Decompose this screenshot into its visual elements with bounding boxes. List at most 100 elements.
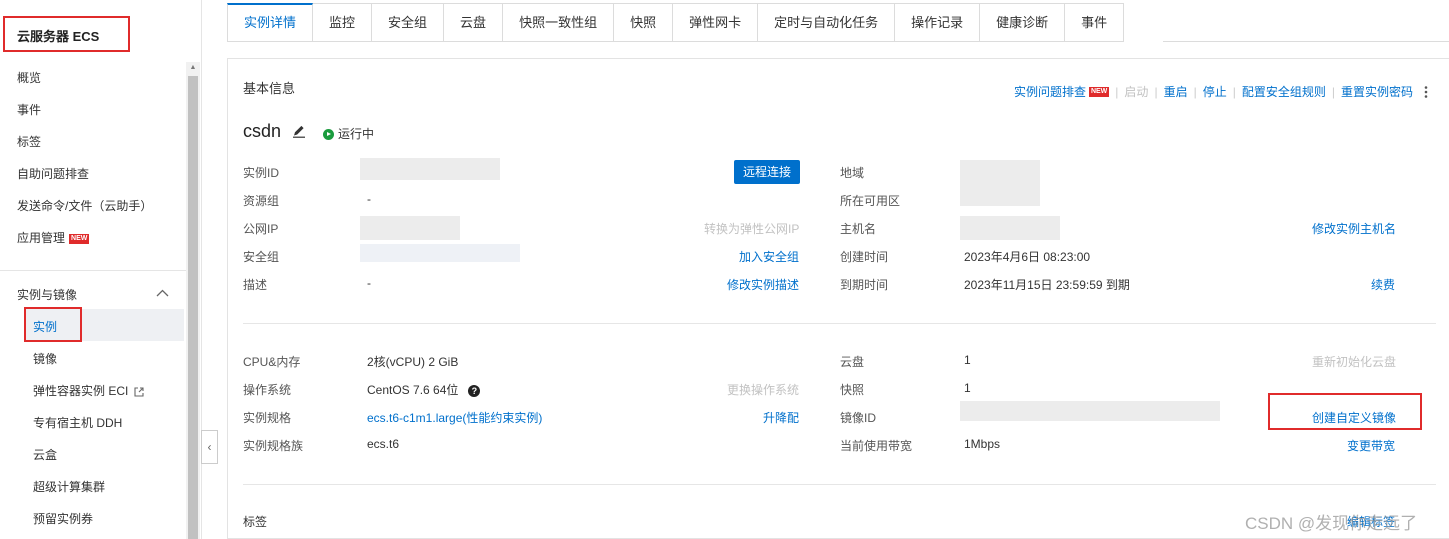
instance-id-value-redacted xyxy=(360,158,500,180)
public-ip-value-redacted xyxy=(360,216,460,240)
upgrade-downgrade-link[interactable]: 升降配 xyxy=(763,409,799,426)
section-divider xyxy=(243,484,1436,485)
sidebar-item-overview[interactable]: 概览 xyxy=(17,69,41,86)
tab-scheduled-tasks[interactable]: 定时与自动化任务 xyxy=(758,3,896,42)
tab-snapshots[interactable]: 快照 xyxy=(614,3,674,42)
detail-tabs: 实例详情 监控 安全组 云盘 快照一致性组 快照 弹性网卡 定时与自动化任务 操… xyxy=(227,3,1125,42)
stop-button[interactable]: 停止 xyxy=(1203,83,1227,100)
tab-health-diagnosis[interactable]: 健康诊断 xyxy=(980,3,1066,42)
image-id-label: 镜像ID xyxy=(840,411,877,425)
sidebar-item-eci[interactable]: 弹性容器实例 ECI xyxy=(33,382,144,399)
cpu-memory-value: 2核(vCPU) 2 GiB xyxy=(367,355,459,369)
sidebar-item-ddh[interactable]: 专有宿主机 DDH xyxy=(33,414,122,431)
sidebar-item-reserved-instances[interactable]: 预留实例券 xyxy=(33,510,93,527)
created-time-label: 创建时间 xyxy=(840,250,889,264)
description-value: - xyxy=(367,276,371,290)
hostname-value-redacted xyxy=(960,216,1060,240)
sidebar-divider xyxy=(0,270,186,271)
bandwidth-value: 1Mbps xyxy=(964,437,1001,451)
reinit-disk-link[interactable]: 重新初始化云盘 xyxy=(1312,353,1396,370)
instance-name: csdn xyxy=(243,121,282,141)
basic-info-title: 基本信息 xyxy=(243,81,296,96)
sidebar-group-instances-images[interactable]: 实例与镜像 xyxy=(17,286,77,303)
tabs-underline xyxy=(1163,41,1449,42)
sidebar-item-label: 应用管理 xyxy=(17,231,66,245)
edit-pencil-icon[interactable] xyxy=(291,123,307,139)
resource-group-value: - xyxy=(367,192,371,206)
highlight-box-create-image xyxy=(1268,393,1422,430)
toolbar-separator: | xyxy=(1232,84,1236,99)
zone-value-redacted xyxy=(960,180,1040,206)
sidebar: 云服务器 ECS 概览 事件 标签 自助问题排查 发送命令/文件（云助手） 应用… xyxy=(0,0,202,539)
disk-label: 云盘 xyxy=(840,355,865,369)
bandwidth-label: 当前使用带宽 xyxy=(840,439,913,453)
sidebar-item-label: 弹性容器实例 ECI xyxy=(33,384,129,398)
region-label: 地域 xyxy=(840,166,865,180)
toolbar-separator: | xyxy=(1154,84,1158,99)
change-bandwidth-link[interactable]: 变更带宽 xyxy=(1347,437,1395,454)
collapse-sidebar-button[interactable]: ‹ xyxy=(201,430,218,464)
sidebar-item-cloud-box[interactable]: 云盒 xyxy=(33,446,57,463)
sidebar-scroll-thumb[interactable] xyxy=(188,76,198,539)
renew-link[interactable]: 续费 xyxy=(1371,276,1395,293)
running-status-icon xyxy=(323,129,334,141)
zone-label: 所在可用区 xyxy=(840,194,901,208)
sidebar-item-images[interactable]: 镜像 xyxy=(33,350,57,367)
scroll-up-arrow-icon[interactable]: ▲ xyxy=(188,64,198,74)
instance-toolbar: 实例问题排查 NEW | 启动 | 重启 | 停止 | 配置安全组规则 | 重置… xyxy=(1014,83,1431,100)
sidebar-item-tags[interactable]: 标签 xyxy=(17,133,41,150)
convert-eip-link[interactable]: 转换为弹性公网IP xyxy=(704,220,799,237)
tab-events[interactable]: 事件 xyxy=(1065,3,1125,42)
sidebar-item-app-management[interactable]: 应用管理 NEW xyxy=(17,229,90,246)
spec-family-value: ecs.t6 xyxy=(367,437,400,451)
sidebar-item-super-computing[interactable]: 超级计算集群 xyxy=(33,478,105,495)
instance-spec-link[interactable]: ecs.t6-c1m1.large(性能约束实例) xyxy=(367,409,542,426)
tab-instance-details[interactable]: 实例详情 xyxy=(227,3,314,42)
reset-password-link[interactable]: 重置实例密码 xyxy=(1341,83,1413,100)
tab-security-groups[interactable]: 安全组 xyxy=(372,3,445,42)
toolbar-separator: | xyxy=(1331,84,1335,99)
os-label: 操作系统 xyxy=(243,383,292,397)
image-id-value-redacted xyxy=(960,401,1220,421)
highlight-box-instances xyxy=(24,307,82,342)
resource-group-label: 资源组 xyxy=(243,194,280,208)
tab-operation-logs[interactable]: 操作记录 xyxy=(895,3,981,42)
tab-disks[interactable]: 云盘 xyxy=(444,3,504,42)
basic-info-panel xyxy=(227,58,1449,539)
tab-monitoring[interactable]: 监控 xyxy=(313,3,373,42)
created-time-value: 2023年4月6日 08:23:00 xyxy=(964,250,1091,264)
new-badge: NEW xyxy=(1088,86,1110,97)
help-icon[interactable]: ? xyxy=(468,384,481,397)
security-group-value-redacted xyxy=(360,244,520,262)
tab-eni[interactable]: 弹性网卡 xyxy=(673,3,759,42)
join-security-group-link[interactable]: 加入安全组 xyxy=(739,248,799,265)
change-os-link[interactable]: 更换操作系统 xyxy=(727,381,799,398)
sidebar-item-send-command[interactable]: 发送命令/文件（云助手） xyxy=(17,197,152,214)
public-ip-label: 公网IP xyxy=(243,222,279,236)
region-value-redacted xyxy=(960,160,1040,180)
tab-snapshot-consistency-groups[interactable]: 快照一致性组 xyxy=(503,3,615,42)
config-security-group-link[interactable]: 配置安全组规则 xyxy=(1242,83,1326,100)
external-link-icon xyxy=(134,387,144,397)
troubleshoot-link[interactable]: 实例问题排查 xyxy=(1014,83,1086,100)
disk-count: 1 xyxy=(964,353,971,367)
sidebar-item-events[interactable]: 事件 xyxy=(17,101,41,118)
snapshot-count: 1 xyxy=(964,381,971,395)
edit-description-link[interactable]: 修改实例描述 xyxy=(727,276,799,293)
description-label: 描述 xyxy=(243,278,268,292)
edit-hostname-link[interactable]: 修改实例主机名 xyxy=(1312,220,1396,237)
more-vertical-icon[interactable] xyxy=(1421,85,1431,99)
hostname-label: 主机名 xyxy=(840,222,877,236)
restart-button[interactable]: 重启 xyxy=(1164,83,1188,100)
instance-spec-label: 实例规格 xyxy=(243,411,292,425)
toolbar-separator: | xyxy=(1115,84,1119,99)
expire-time-label: 到期时间 xyxy=(840,278,889,292)
sidebar-item-self-troubleshoot[interactable]: 自助问题排查 xyxy=(17,165,89,182)
expire-time-value: 2023年11月15日 23:59:59 到期 xyxy=(964,278,1130,292)
sidebar-title[interactable]: 云服务器 ECS xyxy=(3,16,130,52)
start-button[interactable]: 启动 xyxy=(1124,83,1148,100)
instance-id-label: 实例ID xyxy=(243,166,280,180)
chevron-up-icon[interactable] xyxy=(156,289,169,297)
remote-connect-button[interactable]: 远程连接 xyxy=(734,160,800,184)
section-divider xyxy=(243,323,1436,324)
